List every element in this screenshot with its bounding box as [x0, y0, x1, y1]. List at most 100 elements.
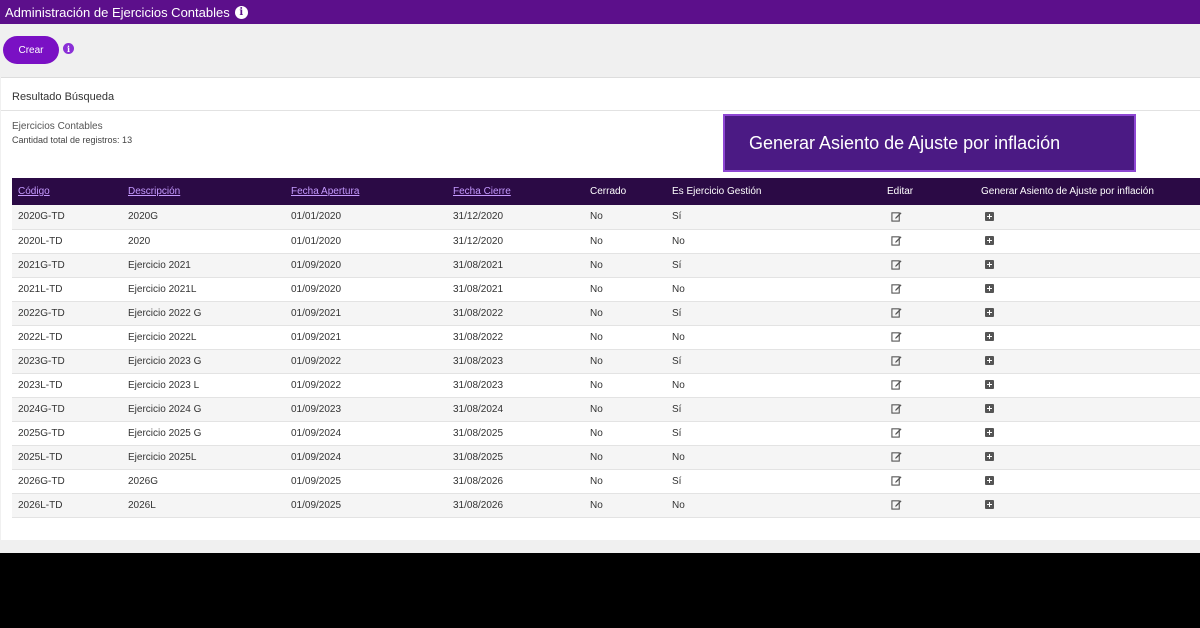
sort-link-fecha-cierre[interactable]: Fecha Cierre — [453, 186, 511, 197]
plus-square-icon[interactable] — [985, 476, 994, 486]
table-row: 2025L-TD Ejercicio 2025L 01/09/2024 31/08/2… — [12, 445, 1200, 469]
cell-apertura: 01/09/2024 — [291, 451, 342, 463]
table-row: 2026G-TD 2026G 01/09/2025 31/08/2026 No Sí — [12, 469, 1200, 493]
column-header-descripcion[interactable]: Descripción — [122, 178, 285, 205]
cell-apertura: 01/09/2020 — [291, 259, 342, 271]
cell-generar-asiento — [975, 301, 1200, 325]
plus-square-icon[interactable] — [985, 308, 994, 318]
info-icon[interactable]: i — [63, 43, 74, 54]
cell-editar — [881, 469, 975, 493]
generate-adjustment-callout: Generar Asiento de Ajuste por inflación — [723, 114, 1136, 172]
cell-descripcion: Ejercicio 2024 G — [128, 403, 202, 415]
plus-square-icon[interactable] — [985, 500, 994, 510]
cell-codigo: 2021G-TD — [18, 259, 65, 271]
edit-icon[interactable] — [891, 283, 902, 295]
cell-descripcion: 2020 — [128, 235, 151, 247]
cell-codigo: 2025L-TD — [18, 451, 63, 463]
column-header-codigo[interactable]: Código — [12, 178, 122, 205]
plus-square-icon[interactable] — [985, 380, 994, 390]
cell-descripcion: Ejercicio 2022 G — [128, 307, 202, 319]
cell-descripcion: Ejercicio 2025 G — [128, 427, 202, 439]
plus-square-icon[interactable] — [985, 428, 994, 438]
plus-square-icon[interactable] — [985, 260, 994, 270]
edit-icon[interactable] — [891, 379, 902, 391]
cell-descripcion: 2026L — [128, 499, 156, 511]
cell-cierre: 31/08/2021 — [453, 283, 504, 295]
edit-icon[interactable] — [891, 355, 902, 367]
cell-cierre: 31/08/2023 — [453, 355, 504, 367]
column-header-fecha-cierre[interactable]: Fecha Cierre — [447, 178, 584, 205]
edit-icon[interactable] — [891, 307, 902, 319]
cell-codigo: 2026G-TD — [18, 475, 65, 487]
cell-generar-asiento — [975, 349, 1200, 373]
cell-cierre: 31/08/2023 — [453, 379, 504, 391]
cell-gestion: Sí — [672, 211, 682, 223]
cell-descripcion: Ejercicio 2021 — [128, 259, 191, 271]
cell-generar-asiento — [975, 325, 1200, 349]
edit-icon[interactable] — [891, 499, 902, 511]
cell-codigo: 2022L-TD — [18, 331, 63, 343]
edit-icon[interactable] — [891, 451, 902, 463]
cell-generar-asiento — [975, 421, 1200, 445]
plus-square-icon[interactable] — [985, 332, 994, 342]
cell-cerrado: No — [590, 427, 603, 439]
table-row: 2026L-TD 2026L 01/09/2025 31/08/2026 No No — [12, 493, 1200, 517]
create-button[interactable]: Crear — [3, 36, 59, 64]
cell-generar-asiento — [975, 469, 1200, 493]
edit-icon[interactable] — [891, 475, 902, 487]
callout-label: Generar Asiento de Ajuste por inflación — [749, 132, 1061, 153]
table-row: 2025G-TD Ejercicio 2025 G 01/09/2024 31/08/… — [12, 421, 1200, 445]
sort-link-fecha-apertura[interactable]: Fecha Apertura — [291, 186, 359, 197]
cell-gestion: No — [672, 499, 685, 511]
cell-codigo: 2023L-TD — [18, 379, 63, 391]
edit-icon[interactable] — [891, 259, 902, 271]
cell-cierre: 31/08/2025 — [453, 451, 504, 463]
plus-square-icon[interactable] — [985, 212, 994, 222]
column-header-editar: Editar — [887, 186, 914, 197]
cell-generar-asiento — [975, 277, 1200, 301]
cell-apertura: 01/01/2020 — [291, 235, 342, 247]
plus-square-icon[interactable] — [985, 356, 994, 366]
edit-icon[interactable] — [891, 211, 902, 222]
edit-icon[interactable] — [891, 403, 902, 415]
cell-gestion: No — [672, 451, 685, 463]
info-icon[interactable]: i — [234, 5, 248, 19]
cell-editar — [881, 373, 975, 397]
cell-codigo: 2024G-TD — [18, 403, 65, 415]
cell-cerrado: No — [590, 379, 603, 391]
sort-link-descripcion[interactable]: Descripción — [128, 186, 180, 197]
cell-apertura: 01/09/2022 — [291, 379, 342, 391]
cell-generar-asiento — [975, 253, 1200, 277]
table-row: 2022G-TD Ejercicio 2022 G 01/09/2021 31/08/… — [12, 301, 1200, 325]
cell-apertura: 01/09/2022 — [291, 355, 342, 367]
plus-square-icon[interactable] — [985, 452, 994, 462]
edit-icon[interactable] — [891, 427, 902, 439]
table-row: 2020G-TD 2020G 01/01/2020 31/12/2020 No Sí — [12, 205, 1200, 229]
plus-square-icon[interactable] — [985, 236, 994, 246]
column-header-fecha-apertura[interactable]: Fecha Apertura — [285, 178, 447, 205]
plus-square-icon[interactable] — [985, 404, 994, 414]
edit-icon[interactable] — [891, 235, 902, 247]
cell-cierre: 31/08/2025 — [453, 427, 504, 439]
cell-apertura: 01/09/2023 — [291, 403, 342, 415]
table-row: 2020L-TD 2020 01/01/2020 31/12/2020 No No — [12, 229, 1200, 253]
cell-editar — [881, 301, 975, 325]
cell-descripcion: Ejercicio 2023 L — [128, 379, 200, 391]
cell-codigo: 2021L-TD — [18, 283, 63, 295]
cell-codigo: 2026L-TD — [18, 499, 63, 511]
cell-gestion: Sí — [672, 403, 682, 415]
cell-cierre: 31/08/2022 — [453, 307, 504, 319]
cell-cerrado: No — [590, 403, 603, 415]
cell-cerrado: No — [590, 451, 603, 463]
cell-apertura: 01/09/2024 — [291, 427, 342, 439]
cell-gestion: Sí — [672, 427, 682, 439]
cell-gestion: Sí — [672, 259, 682, 271]
sort-link-codigo[interactable]: Código — [18, 186, 50, 197]
cell-descripcion: Ejercicio 2021L — [128, 283, 197, 295]
cell-codigo: 2023G-TD — [18, 355, 65, 367]
plus-square-icon[interactable] — [985, 284, 994, 294]
cell-apertura: 01/09/2025 — [291, 475, 342, 487]
cell-cierre: 31/12/2020 — [453, 211, 504, 223]
cell-editar — [881, 253, 975, 277]
edit-icon[interactable] — [891, 331, 902, 343]
